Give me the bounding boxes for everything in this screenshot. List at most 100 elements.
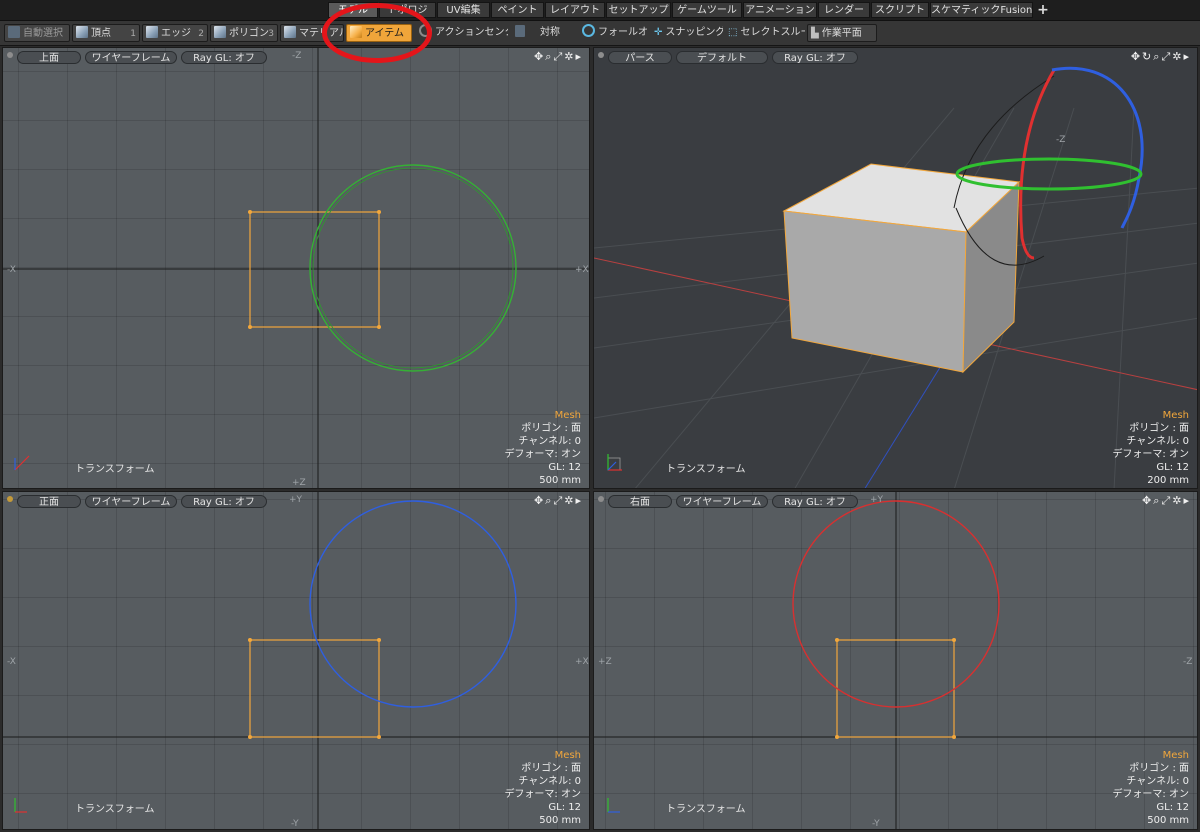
arrow-right-icon[interactable]: ▸: [575, 494, 583, 507]
rotate-gizmo-ring[interactable]: [309, 164, 517, 372]
tab-game-tools[interactable]: ゲームツール: [672, 2, 742, 18]
axis-label-right: +X: [575, 657, 589, 667]
item-mode-button[interactable]: アイテム: [346, 24, 412, 42]
viewport-menu-dot[interactable]: [598, 496, 604, 502]
channel-info: チャンネル: 0: [518, 436, 581, 447]
pan-icon[interactable]: ✥: [1142, 494, 1153, 507]
zoom-icon[interactable]: ⌕: [545, 50, 553, 64]
view-type-button[interactable]: 上面: [17, 51, 81, 64]
viewport-tools: ✥⌕⤢✲▸: [1142, 494, 1191, 508]
viewport-info: Mesh ポリゴン : 面 チャンネル: 0 デフォーマ: オン GL: 12 …: [1112, 409, 1189, 487]
viewport-front[interactable]: +Y -Y -X +X 正面 ワイヤーフレーム Ray GL: オフ ✥⌕⤢✲▸…: [2, 491, 590, 830]
arrow-right-icon[interactable]: ▸: [1183, 494, 1191, 507]
zoom-icon[interactable]: ⌕: [545, 494, 553, 508]
zoom-icon[interactable]: ⌕: [1153, 50, 1161, 64]
mesh-wireframe[interactable]: [249, 639, 380, 738]
pan-icon[interactable]: ✥: [534, 494, 545, 507]
symmetry-button[interactable]: 対称: [512, 24, 568, 42]
mesh-name: Mesh: [554, 410, 581, 421]
viewport-right[interactable]: +Y -Y +Z -Z 右面 ワイヤーフレーム Ray GL: オフ ✥⌕⤢✲▸…: [593, 491, 1198, 830]
vertex-icon: [76, 26, 88, 38]
axis-label-bottom: +Z: [292, 478, 306, 488]
edge-mode-button[interactable]: エッジ 2: [142, 24, 208, 42]
tab-layout[interactable]: レイアウト: [545, 2, 605, 18]
fit-icon[interactable]: ⤢: [1161, 494, 1172, 508]
raygl-button[interactable]: Ray GL: オフ: [181, 495, 267, 508]
material-mode-button[interactable]: マテリアル: [280, 24, 344, 42]
shading-button[interactable]: デフォルト: [676, 51, 768, 64]
select-through-button[interactable]: ⬚ セレクトスルー: [725, 24, 805, 42]
viewport-header: パース デフォルト Ray GL: オフ ✥↻⌕⤢✲▸: [594, 48, 1197, 66]
zoom-icon[interactable]: ⌕: [1153, 494, 1161, 508]
polygon-shortcut: 3: [268, 29, 274, 39]
shading-button[interactable]: ワイヤーフレーム: [85, 495, 177, 508]
raygl-button[interactable]: Ray GL: オフ: [772, 495, 858, 508]
axis-indicator-icon: [14, 455, 30, 471]
work-plane-button[interactable]: ▙ 作業平面: [807, 24, 877, 42]
auto-select-button[interactable]: 自動選択: [4, 24, 70, 42]
polygon-info: ポリゴン : 面: [1129, 763, 1189, 774]
falloff-button[interactable]: フォールオフ: [579, 24, 649, 42]
tab-render[interactable]: レンダー: [818, 2, 870, 18]
gear-icon[interactable]: ✲: [1172, 494, 1183, 507]
edge-icon: [146, 26, 158, 38]
raygl-button[interactable]: Ray GL: オフ: [181, 51, 267, 64]
fit-icon[interactable]: ⤢: [1161, 50, 1172, 64]
rotate-icon[interactable]: ↻: [1142, 50, 1153, 63]
pan-icon[interactable]: ✥: [1131, 50, 1142, 63]
polygon-mode-button[interactable]: ポリゴン 3: [210, 24, 278, 42]
deformer-info: デフォーマ: オン: [504, 789, 581, 800]
vertex-mode-button[interactable]: 頂点 1: [72, 24, 140, 42]
tab-script[interactable]: スクリプト: [871, 2, 929, 18]
transform-label: トランスフォーム: [666, 464, 746, 475]
pan-icon[interactable]: ✥: [534, 50, 545, 63]
front-view-scene: +Y -Y -X +X: [3, 492, 589, 829]
vertex-label: 頂点: [91, 28, 111, 39]
gear-icon[interactable]: ✲: [564, 494, 575, 507]
gear-icon[interactable]: ✲: [564, 50, 575, 63]
tab-schematic-fusion[interactable]: スケマティックFusion: [930, 2, 1033, 18]
top-view-scene: -Z +Z -X +X: [3, 48, 589, 488]
tab-paint[interactable]: ペイント: [491, 2, 544, 18]
add-tab-button[interactable]: +: [1036, 1, 1050, 19]
rotate-gizmo-ring[interactable]: [309, 500, 517, 708]
viewport-top[interactable]: -Z +Z -X +X 上面 ワイヤーフレーム Ray GL: オフ ✥⌕⤢✲▸…: [2, 47, 590, 489]
snapping-button[interactable]: ✛ スナッピング: [651, 24, 723, 42]
material-label: マテリアル: [299, 28, 344, 39]
tab-topology[interactable]: トポロジ: [379, 2, 436, 18]
transform-label: トランスフォーム: [666, 804, 746, 815]
material-icon: [284, 26, 296, 38]
shading-button[interactable]: ワイヤーフレーム: [676, 495, 768, 508]
viewport-info: Mesh ポリゴン : 面 チャンネル: 0 デフォーマ: オン GL: 12 …: [504, 409, 581, 487]
viewport-menu-dot[interactable]: [598, 52, 604, 58]
scale-info: 500 mm: [1147, 815, 1189, 826]
auto-select-label: 自動選択: [23, 28, 63, 39]
gear-icon[interactable]: ✲: [1172, 50, 1183, 63]
viewport-perspective[interactable]: -Z パース デフォルト Ray GL: オフ ✥↻⌕⤢✲▸ Mesh ポリゴン…: [593, 47, 1198, 489]
shading-button[interactable]: ワイヤーフレーム: [85, 51, 177, 64]
viewport-menu-dot[interactable]: [7, 496, 13, 502]
auto-select-icon: [8, 26, 20, 38]
tab-animation[interactable]: アニメーション: [743, 2, 817, 18]
arrow-right-icon[interactable]: ▸: [575, 50, 583, 63]
edge-shortcut: 2: [198, 29, 204, 39]
action-center-button[interactable]: アクションセンター: [416, 24, 508, 42]
viewport-menu-dot[interactable]: [7, 52, 13, 58]
snapping-icon: ✛: [654, 27, 663, 38]
axis-label-right: +X: [575, 265, 589, 275]
polygon-icon: [214, 26, 226, 38]
view-type-button[interactable]: 正面: [17, 495, 81, 508]
axis-indicator-icon: [607, 454, 622, 471]
view-type-button[interactable]: パース: [608, 51, 672, 64]
arrow-right-icon[interactable]: ▸: [1183, 50, 1191, 63]
raygl-button[interactable]: Ray GL: オフ: [772, 51, 858, 64]
tab-setup[interactable]: セットアップ: [606, 2, 671, 18]
fit-icon[interactable]: ⤢: [553, 494, 564, 508]
tab-uv-edit[interactable]: UV編集: [437, 2, 490, 18]
view-type-button[interactable]: 右面: [608, 495, 672, 508]
tab-model[interactable]: モデル: [328, 2, 378, 18]
symmetry-icon: [515, 25, 525, 37]
fit-icon[interactable]: ⤢: [553, 50, 564, 64]
polygon-info: ポリゴン : 面: [521, 763, 581, 774]
viewport-header: 上面 ワイヤーフレーム Ray GL: オフ ✥⌕⤢✲▸: [3, 48, 589, 66]
